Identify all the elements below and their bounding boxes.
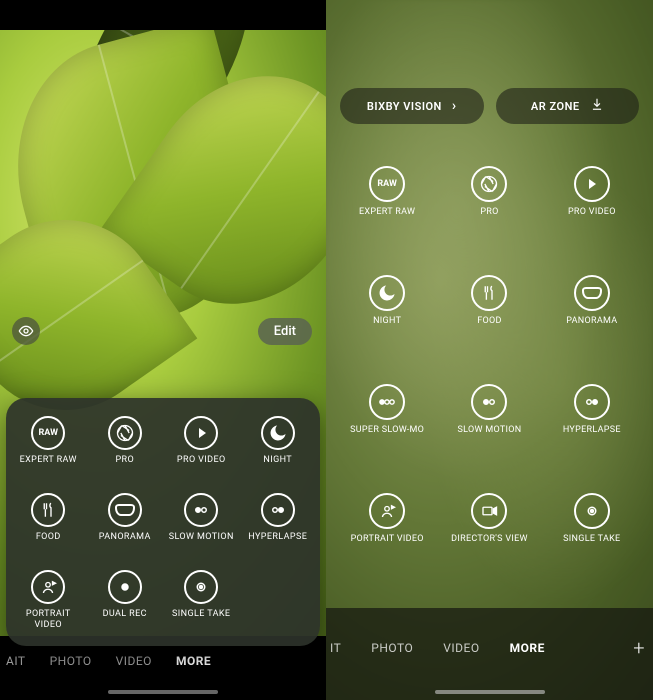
aperture-icon <box>108 416 142 450</box>
eye-icon <box>18 323 34 339</box>
mode-label: NIGHT <box>263 455 292 475</box>
mode-super-slow-mo[interactable]: SUPER SLOW-MO <box>336 378 438 457</box>
mode-label: PRO <box>115 455 134 475</box>
mode-single-take[interactable]: SINGLE TAKE <box>541 487 643 566</box>
mode-panorama[interactable]: PANORAMA <box>541 269 643 348</box>
mode-label: SLOW MOTION <box>169 532 234 552</box>
mode-label: FOOD <box>36 532 61 552</box>
tab-video[interactable]: VIDEO <box>116 654 152 668</box>
chevron-right-icon: › <box>452 98 457 114</box>
mode-portrait-video[interactable]: PORTRAIT VIDEO <box>10 564 87 642</box>
add-mode-button[interactable]: + <box>633 636 645 660</box>
tab-photo[interactable]: PHOTO <box>371 641 413 655</box>
mode-label: PORTRAIT VIDEO <box>12 609 85 630</box>
home-indicator[interactable] <box>435 690 545 694</box>
slowmo-icon <box>184 493 218 527</box>
mode-label: PORTRAIT VIDEO <box>351 534 424 554</box>
mode-label: PRO VIDEO <box>568 207 616 227</box>
mode-label: FOOD <box>477 316 501 336</box>
mode-label: DUAL REC <box>103 609 147 629</box>
singletake-icon <box>574 493 610 529</box>
mode-pro[interactable]: PRO <box>87 410 164 487</box>
mode-label: HYPERLAPSE <box>248 532 307 552</box>
RAW-icon: RAW <box>31 416 65 450</box>
food-icon <box>31 493 65 527</box>
mode-label: EXPERT RAW <box>359 207 415 227</box>
mode-night[interactable]: NIGHT <box>240 410 317 487</box>
edit-button[interactable]: Edit <box>258 318 312 345</box>
visibility-toggle-button[interactable] <box>12 317 40 345</box>
mode-food[interactable]: FOOD <box>438 269 540 348</box>
mode-tab-bar: IT PHOTO VIDEO MORE + <box>326 636 653 660</box>
portraitvid-icon <box>31 570 65 604</box>
mode-panorama[interactable]: PANORAMA <box>87 487 164 564</box>
hyperlapse-icon <box>261 493 295 527</box>
superslow-icon <box>369 384 405 420</box>
panorama-icon <box>574 275 610 311</box>
mode-label: SINGLE TAKE <box>172 609 230 629</box>
tab-portrait[interactable]: IT <box>330 641 341 655</box>
more-modes-panel: RAW EXPERT RAW PRO PRO VIDEO NIGHT FOOD PANORA… <box>6 398 320 646</box>
mode-label: HYPERLAPSE <box>563 425 621 445</box>
hyperlapse-icon <box>574 384 610 420</box>
mode-single-take[interactable]: SINGLE TAKE <box>163 564 240 642</box>
RAW-icon: RAW <box>369 166 405 202</box>
mode-hyperlapse[interactable]: HYPERLAPSE <box>240 487 317 564</box>
mode-label: PANORAMA <box>566 316 617 336</box>
mode-label: SINGLE TAKE <box>563 534 620 554</box>
mode-food[interactable]: FOOD <box>10 487 87 564</box>
more-modes-grid: RAW EXPERT RAW PRO PRO VIDEO NIGHT FOOD PANORA… <box>336 160 643 566</box>
mode-pro[interactable]: PRO <box>438 160 540 239</box>
tab-more[interactable]: MORE <box>176 654 211 668</box>
mode-expert-raw[interactable]: RAW EXPERT RAW <box>10 410 87 487</box>
camera-screen-right: BIXBY VISION › AR ZONE RAW EXPERT RAW PRO P… <box>326 0 653 700</box>
portraitvid-icon <box>369 493 405 529</box>
aperture-icon <box>471 166 507 202</box>
singletake-icon <box>184 570 218 604</box>
tab-portrait[interactable]: AIT <box>6 654 26 668</box>
tab-more[interactable]: MORE <box>510 641 545 655</box>
food-icon <box>471 275 507 311</box>
top-pill-row: BIXBY VISION › AR ZONE <box>340 88 639 124</box>
panorama-icon <box>108 493 142 527</box>
mode-portrait-video[interactable]: PORTRAIT VIDEO <box>336 487 438 566</box>
moon-icon <box>261 416 295 450</box>
mode-label: DIRECTOR'S VIEW <box>451 534 528 554</box>
home-indicator[interactable] <box>108 690 218 694</box>
mode-slow-motion[interactable]: SLOW MOTION <box>438 378 540 457</box>
mode-label: EXPERT RAW <box>20 455 77 475</box>
mode-expert-raw[interactable]: RAW EXPERT RAW <box>336 160 438 239</box>
director-icon <box>471 493 507 529</box>
bixby-vision-label: BIXBY VISION <box>367 100 442 113</box>
bixby-vision-button[interactable]: BIXBY VISION › <box>340 88 484 124</box>
moon-icon <box>369 275 405 311</box>
mode-pro-video[interactable]: PRO VIDEO <box>541 160 643 239</box>
mode-label: PRO VIDEO <box>177 455 226 475</box>
camera-screen-left: Edit RAW EXPERT RAW PRO PRO VIDEO NIGHT FOOD P… <box>0 0 326 700</box>
ar-zone-label: AR ZONE <box>531 100 580 113</box>
dualrec-icon <box>108 570 142 604</box>
mode-slow-motion[interactable]: SLOW MOTION <box>163 487 240 564</box>
tab-photo[interactable]: PHOTO <box>50 654 92 668</box>
ar-zone-button[interactable]: AR ZONE <box>496 88 640 124</box>
mode-director-s-view[interactable]: DIRECTOR'S VIEW <box>438 487 540 566</box>
play-icon <box>574 166 610 202</box>
tab-video[interactable]: VIDEO <box>443 641 479 655</box>
mode-label: NIGHT <box>373 316 401 336</box>
status-bar <box>0 0 326 30</box>
mode-night[interactable]: NIGHT <box>336 269 438 348</box>
download-icon <box>590 97 604 115</box>
mode-label: PANORAMA <box>99 532 151 552</box>
mode-hyperlapse[interactable]: HYPERLAPSE <box>541 378 643 457</box>
mode-label: SLOW MOTION <box>458 425 522 445</box>
mode-label: SUPER SLOW-MO <box>350 425 424 445</box>
slowmo-icon <box>471 384 507 420</box>
mode-pro-video[interactable]: PRO VIDEO <box>163 410 240 487</box>
mode-label: PRO <box>480 207 498 227</box>
play-icon <box>184 416 218 450</box>
mode-dual-rec[interactable]: DUAL REC <box>87 564 164 642</box>
